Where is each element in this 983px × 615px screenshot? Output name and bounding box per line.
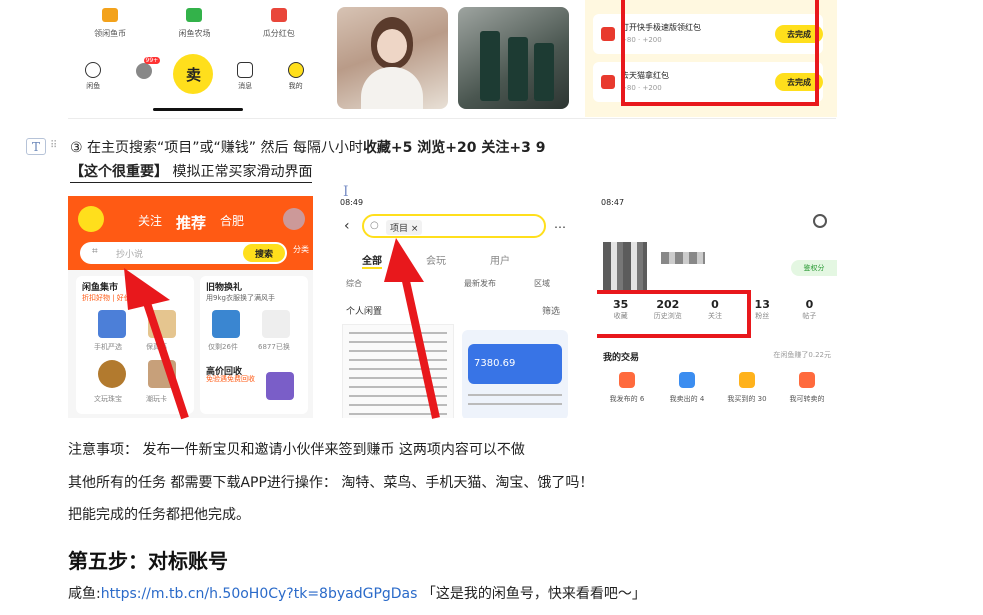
section-heading: 第五步：对标账号 — [68, 549, 228, 573]
tab-sell: 卖 — [173, 54, 215, 94]
search-button: 搜索 — [243, 244, 285, 262]
tmall-icon — [601, 75, 615, 89]
published-icon — [619, 372, 635, 388]
avatar — [603, 242, 647, 290]
tab-profile: 我的 — [275, 61, 317, 91]
exchange-card: 旧物换礼 用9kg衣服换了满风手 仅剩26件 6877已换 高价回收 免验遇免费… — [200, 276, 308, 414]
top-phone-screenshot: 领闲鱼币 闲鱼农场 瓜分红包 闲鱼 99+ 卖 消息 我的 — [68, 0, 321, 117]
task-list-screenshot: 打开快手极速版领红包 +80 · +200 去完成 去天猫拿红包 +80 · +20… — [585, 0, 837, 117]
profile-screenshot: 08:47 鉴权分 35 收藏 202 历史浏览 0 关注 13 粉丝 0 帖子 我的交易… — [597, 196, 837, 418]
farm-icon — [186, 8, 203, 22]
smile-icon — [287, 61, 304, 78]
search-bar: ⌗ 抄小说 搜索 — [80, 242, 287, 264]
xianyu-home-screenshot: 关注 推荐 合肥 ⌗ 抄小说 搜索 分类 闲鱼集市 折扣好物 | 好价保 手机严… — [68, 196, 313, 418]
search-bar: ○ 项目 × — [362, 214, 546, 238]
more-icon: ⋯ — [554, 220, 566, 234]
note-line: 把能完成的任务都把他完成。 — [68, 507, 250, 523]
home-indicator — [153, 108, 243, 111]
username-blurred — [661, 252, 705, 264]
red-highlight-box — [597, 290, 751, 338]
search-icon: ○ — [370, 220, 379, 231]
step-instruction: ③ 在主页搜索“项目”或“赚钱” 然后 每隔八小时收藏+5 浏览+20 关注+3… — [70, 140, 546, 156]
tab-fish: 99+ — [123, 56, 165, 90]
tab-message: 消息 — [224, 61, 266, 91]
drag-handle-icon[interactable]: ⠿ — [50, 140, 58, 151]
back-arrow-icon: ‹ — [344, 218, 350, 234]
red-highlight-box — [621, 0, 819, 106]
account-link-line: 咸鱼:https://m.tb.cn/h.50oH0Cy?tk=8byadGPg… — [68, 586, 646, 602]
message-icon — [237, 61, 254, 78]
coin-icon — [102, 8, 119, 22]
resell-icon — [799, 372, 815, 388]
divider — [68, 118, 836, 119]
bought-icon — [739, 372, 755, 388]
redpacket-icon — [270, 8, 287, 22]
settings-gear-icon — [813, 214, 827, 228]
account-link[interactable]: https://m.tb.cn/h.50oH0Cy?tk=8byadGPgDas — [101, 586, 418, 602]
product-photo-bottles — [458, 7, 569, 109]
sell-button: 卖 — [173, 54, 214, 94]
note-line: 注意事项： 发布一件新宝贝和邀请小伙伴来签到赚币 这两项内容可以不做 — [68, 442, 525, 458]
scan-icon: ⌗ — [92, 246, 98, 257]
note-line: 其他所有的任务 都需要下载APP进行操作： 淘特、菜鸟、手机天猫、淘宝、饿了吗！ — [68, 475, 594, 491]
important-note: 【这个很重要】 模拟正常买家滑动界面 — [70, 161, 313, 183]
mini-item-redpacket: 瓜分红包 — [244, 8, 314, 39]
market-card: 闲鱼集市 折扣好物 | 好价保 手机严选 保真高 文玩珠宝 潮玩卡 — [76, 276, 194, 414]
mini-item-farm: 闲鱼农场 — [159, 8, 229, 39]
fish-icon — [135, 62, 152, 79]
app-thumbnail: 7380.69 — [462, 330, 568, 418]
mini-item-coin: 领闲鱼币 — [75, 8, 145, 39]
product-photo-woman — [337, 7, 448, 109]
kuaishou-icon — [601, 27, 615, 41]
search-result-screenshot: 08:49 ‹ ○ 项目 × ⋯ 全部 会玩 用户 综合 最新发布 区域 个人闲… — [336, 196, 578, 418]
document-thumbnail — [342, 324, 454, 418]
tab-home: 闲鱼 — [72, 61, 114, 91]
avatar — [283, 208, 305, 230]
tab-badge: 99+ — [143, 56, 161, 64]
sold-icon — [679, 372, 695, 388]
home-icon — [85, 61, 102, 78]
text-block-type-button[interactable]: T — [26, 138, 46, 155]
mascot-icon — [78, 206, 104, 232]
